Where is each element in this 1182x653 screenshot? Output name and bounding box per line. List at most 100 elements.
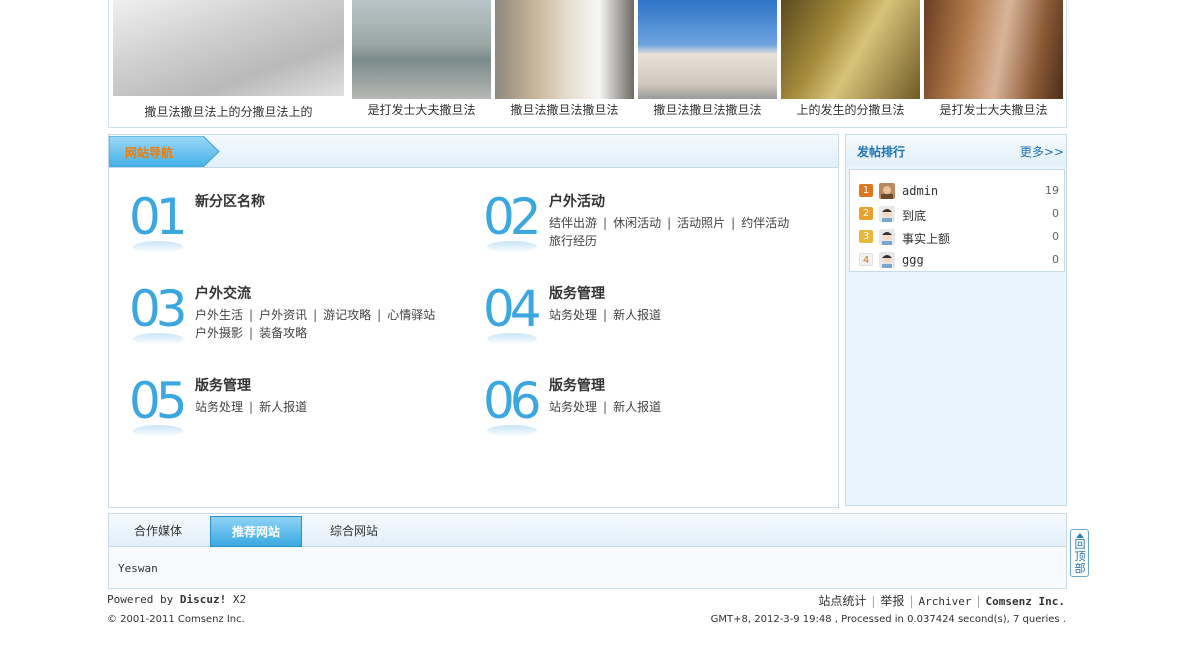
forum-link[interactable]: 约伴活动 [741,216,789,230]
rank-username[interactable]: 到底 [902,207,926,224]
photo-item[interactable]: 撒旦法撒旦法撒旦法 [495,0,634,126]
photo-thumbnail[interactable] [924,0,1063,99]
forum-link[interactable]: 活动照片 [677,216,725,230]
processing-stats: GMT+8, 2012-3-9 19:48 , Processed in 0.0… [710,614,1066,625]
photo-caption[interactable]: 撒旦法撒旦法撒旦法 [638,101,777,118]
ranking-row[interactable]: 2 到底 0 [859,206,1059,224]
tab-recommended-sites[interactable]: 推荐网站 [210,516,302,547]
ranking-row[interactable]: 3 事实上额 0 [859,229,1059,247]
rank-username[interactable]: admin [902,184,938,198]
zone-forum-links: 站务处理 | 新人报道 [549,398,819,416]
photo-thumbnail[interactable] [113,0,344,96]
forum-link[interactable]: 心情驿站 [387,308,435,322]
footer-link-stats[interactable]: 站点统计 [818,594,866,608]
zone-number: 03 [129,279,189,345]
discuz-link[interactable]: Discuz! [180,593,226,606]
post-ranking-panel: 发帖排行 更多>> 1 admin 19 2 到底 0 3 事实上额 0 4 g… [845,134,1067,506]
avatar[interactable] [879,206,895,222]
ranking-row[interactable]: 4 ggg 0 [859,252,1059,268]
photo-item[interactable]: 撒旦法撒旦法上的分撒旦法上的 [113,0,344,126]
photo-item[interactable]: 是打发士大夫撒旦法 [352,0,491,126]
zone-title[interactable]: 版务管理 [195,375,251,395]
forum-zone-01: 01 新分区名称 [129,187,459,267]
powered-prefix: Powered by [107,593,180,606]
link-separator: | [249,400,254,414]
rank-badge: 2 [859,207,873,220]
forum-zone-05: 05 版务管理 站务处理 | 新人报道 [129,371,459,451]
zone-number-reflection [133,425,183,437]
photo-caption[interactable]: 上的发生的分撒旦法 [781,101,920,118]
avatar[interactable] [879,252,895,268]
link-separator: | [603,216,608,230]
forum-link[interactable]: 结伴出游 [549,216,597,230]
rank-badge: 4 [859,253,873,266]
zone-title[interactable]: 版务管理 [549,283,605,303]
footer-link-archiver[interactable]: Archiver [918,595,971,608]
tab-partner-media[interactable]: 合作媒体 [121,516,195,547]
zone-number-digits: 06 [483,372,542,430]
forum-link[interactable]: 户外摄影 [195,326,243,340]
photo-caption[interactable]: 撒旦法撒旦法上的分撒旦法上的 [113,103,344,120]
photo-caption[interactable]: 是打发士大夫撒旦法 [924,101,1063,118]
forum-link[interactable]: 新人报道 [613,308,661,322]
photo-thumbnail[interactable] [638,0,777,99]
footer-link-report[interactable]: 举报 [880,594,904,608]
zone-number-digits: 02 [483,188,542,246]
forum-link[interactable]: 站务处理 [195,400,243,414]
ranking-more-link[interactable]: 更多>> [1020,143,1064,160]
friend-links-panel: 合作媒体 推荐网站 综合网站 Yeswan [108,513,1067,589]
zone-number-digits: 03 [129,280,188,338]
link-separator: | [603,308,608,322]
zone-forum-links: 站务处理 | 新人报道 [549,306,819,324]
link-separator: | [249,308,254,322]
forum-link[interactable]: 户外资讯 [259,308,307,322]
link-separator: | [976,594,981,608]
forum-link[interactable]: 站务处理 [549,400,597,414]
forum-link[interactable]: 户外生活 [195,308,243,322]
avatar[interactable] [879,229,895,245]
photo-thumbnail[interactable] [352,0,491,99]
rank-username[interactable]: ggg [902,253,924,267]
photo-strip: 撒旦法撒旦法上的分撒旦法上的 是打发士大夫撒旦法 撒旦法撒旦法撒旦法 撒旦法撒旦… [108,0,1067,128]
photo-caption[interactable]: 撒旦法撒旦法撒旦法 [495,101,634,118]
zone-forum-links: 站务处理 | 新人报道 [195,398,465,416]
ranking-title: 发帖排行 [857,145,906,159]
link-separator: | [909,594,914,608]
photo-item[interactable]: 是打发士大夫撒旦法 [924,0,1063,126]
back-to-top-button[interactable]: 回顶部 [1070,529,1089,577]
link-separator: | [313,308,318,322]
forum-link[interactable]: 旅行经历 [549,234,597,248]
photo-caption[interactable]: 是打发士大夫撒旦法 [352,101,491,118]
zone-number-reflection [133,333,183,345]
rank-post-count: 0 [1052,253,1059,266]
photo-item[interactable]: 上的发生的分撒旦法 [781,0,920,126]
zone-title[interactable]: 版务管理 [549,375,605,395]
zone-number-digits: 01 [129,188,188,246]
nav-tab-label: 网站导航 [125,146,174,160]
zone-title[interactable]: 新分区名称 [195,191,265,211]
zone-number-reflection [487,241,537,253]
tab-general-sites[interactable]: 综合网站 [317,516,391,547]
photo-item[interactable]: 撒旦法撒旦法撒旦法 [638,0,777,126]
avatar[interactable] [879,183,895,199]
forum-link[interactable]: 新人报道 [259,400,307,414]
photo-thumbnail[interactable] [781,0,920,99]
links-tab-content[interactable]: Yeswan [118,562,158,575]
rank-post-count: 0 [1052,207,1059,220]
rank-username[interactable]: 事实上额 [902,230,950,247]
zone-number-reflection [487,425,537,437]
link-separator: | [667,216,672,230]
zone-number-digits: 04 [483,280,542,338]
zone-number: 05 [129,371,189,437]
forum-link[interactable]: 新人报道 [613,400,661,414]
ranking-row[interactable]: 1 admin 19 [859,183,1059,199]
photo-thumbnail[interactable] [495,0,634,99]
zone-number-reflection [133,241,183,253]
forum-link[interactable]: 休闲活动 [613,216,661,230]
forum-link[interactable]: 站务处理 [549,308,597,322]
zone-title[interactable]: 户外交流 [195,283,251,303]
footer-link-comsenz[interactable]: Comsenz Inc. [986,595,1065,608]
zone-title[interactable]: 户外活动 [549,191,605,211]
forum-link[interactable]: 游记攻略 [323,308,371,322]
forum-link[interactable]: 装备攻略 [259,326,307,340]
